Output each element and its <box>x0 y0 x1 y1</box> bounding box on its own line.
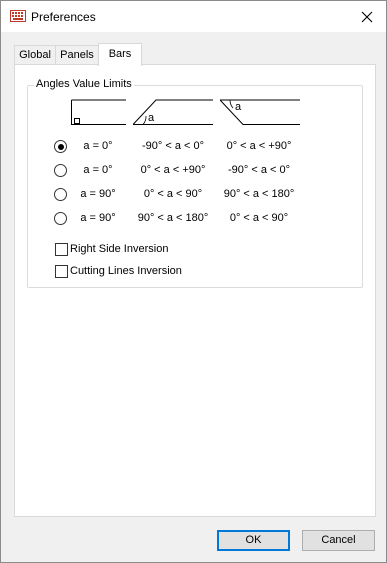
checkbox-label: Cutting Lines Inversion <box>70 265 182 277</box>
close-icon[interactable] <box>356 7 378 27</box>
row4-top-value: 0° < a < 90° <box>229 212 289 224</box>
title-bar: Preferences <box>1 1 386 32</box>
row1-top-value: 0° < a < +90° <box>226 140 292 152</box>
row1-bottom-value: -90° < a < 0° <box>141 140 204 152</box>
row3-bottom-value: 0° < a < 90° <box>143 188 203 200</box>
bottom-angle-diagram: a <box>133 99 213 125</box>
tab-global[interactable]: Global <box>14 45 56 65</box>
cancel-button[interactable]: Cancel <box>302 530 375 551</box>
tab-panels[interactable]: Panels <box>55 45 99 65</box>
ok-button[interactable]: OK <box>217 530 290 551</box>
row2-top-value: -90° < a < 0° <box>227 164 290 176</box>
checkbox-label: Right Side Inversion <box>70 243 169 255</box>
checkbox-box[interactable] <box>55 243 68 256</box>
top-angle-diagram: a <box>220 99 300 125</box>
bars-tab-panel: Angles Value Limits a a a = 0° -90° < a … <box>14 64 376 517</box>
angles-value-limits-group: Angles Value Limits a a a = 0° -90° < a … <box>27 78 363 288</box>
window-title: Preferences <box>31 10 96 24</box>
square-cut-diagram <box>71 99 127 125</box>
row3-top-value: 90° < a < 180° <box>223 188 295 200</box>
angle-label: a <box>148 112 155 124</box>
checkbox-box[interactable] <box>55 265 68 278</box>
angle-label: a <box>235 101 242 113</box>
group-title: Angles Value Limits <box>34 78 134 90</box>
keyboard-icon <box>10 10 26 22</box>
row2-bottom-value: 0° < a < +90° <box>140 164 206 176</box>
tab-bars[interactable]: Bars <box>98 43 142 66</box>
row4-bottom-value: 90° < a < 180° <box>137 212 209 224</box>
preferences-window: Preferences Global Panels Bars Angles Va… <box>0 0 387 563</box>
